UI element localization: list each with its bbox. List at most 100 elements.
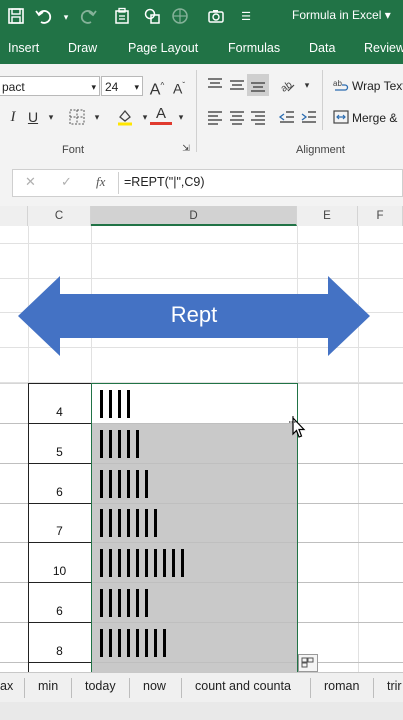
sheet-tab-min[interactable]: min	[38, 679, 58, 693]
quick-analysis-icon[interactable]	[298, 654, 318, 672]
cell-c-value[interactable]: 10	[28, 564, 91, 578]
wrap-text-button[interactable]: Wrap Text	[352, 79, 403, 93]
tab-data[interactable]: Data	[309, 41, 335, 55]
font-color-button[interactable]: A	[150, 104, 172, 125]
pipe-char	[145, 629, 148, 657]
tab-formulas[interactable]: Formulas	[228, 41, 280, 55]
undo-icon[interactable]	[34, 7, 54, 27]
worksheet-grid[interactable]: 4 5 6 7 10 6 8 Rept	[0, 226, 403, 672]
pipe-char	[136, 470, 139, 498]
align-bottom-button[interactable]	[247, 74, 269, 96]
sheet-tab-roman[interactable]: roman	[324, 679, 359, 693]
tab-insert[interactable]: Insert	[8, 41, 39, 55]
cell-c-value[interactable]: 6	[28, 485, 91, 499]
cell-d-rept-result[interactable]	[100, 549, 190, 577]
ribbon-separator	[322, 70, 323, 130]
font-name-select[interactable]: pact ▾	[0, 76, 100, 96]
merge-button[interactable]: Merge &	[352, 111, 397, 125]
font-name-value: pact	[2, 80, 25, 94]
cell-d-rept-result[interactable]	[100, 470, 154, 498]
cell-d-rept-result[interactable]	[100, 430, 145, 458]
cell-d-rept-result[interactable]	[100, 629, 172, 657]
column-header-e[interactable]: E	[297, 206, 358, 226]
sheet-tab-trir[interactable]: trir	[387, 679, 402, 693]
cell-d-rept-result[interactable]	[100, 509, 163, 537]
align-center-button[interactable]	[226, 106, 248, 128]
pipe-char	[118, 430, 121, 458]
column-header-d[interactable]: D	[91, 206, 297, 226]
cell-c-value[interactable]: 5	[28, 445, 91, 459]
underline-dropdown-icon[interactable]: ▾	[40, 106, 62, 128]
pipe-char	[109, 549, 112, 577]
more-icon[interactable]: ☰	[236, 7, 256, 27]
cancel-icon[interactable]: ✕	[25, 174, 36, 190]
document-title[interactable]: Formula in Excel ▾	[292, 8, 391, 22]
column-header-b[interactable]	[0, 206, 28, 226]
shrink-font-button[interactable]: Aˇ	[168, 75, 190, 97]
fill-color-button[interactable]	[114, 106, 136, 128]
align-top-button[interactable]	[204, 74, 226, 96]
camera-icon[interactable]	[206, 7, 226, 27]
pipe-char	[118, 629, 121, 657]
font-color-dropdown-icon[interactable]: ▾	[170, 106, 192, 128]
pipe-char	[163, 549, 166, 577]
cell-d-rept-result[interactable]	[100, 390, 136, 418]
pipe-char	[100, 549, 103, 577]
font-group-label: Font	[62, 144, 85, 156]
align-right-button[interactable]	[247, 106, 269, 128]
enter-icon[interactable]: ✓	[61, 174, 72, 190]
decrease-indent-button[interactable]	[276, 106, 298, 128]
wrap-text-icon[interactable]: ab	[330, 74, 352, 96]
pipe-char	[100, 509, 103, 537]
cell-c-value[interactable]: 8	[28, 644, 91, 658]
pipe-char	[136, 629, 139, 657]
pipe-char	[127, 629, 130, 657]
increase-indent-button[interactable]	[298, 106, 320, 128]
column-header-c[interactable]: C	[28, 206, 91, 226]
font-size-select[interactable]: 24 ▾	[101, 76, 143, 96]
orientation-button[interactable]: ab	[276, 74, 298, 96]
align-left-button[interactable]	[204, 106, 226, 128]
italic-button[interactable]: I	[2, 106, 24, 128]
form-icon[interactable]	[112, 7, 132, 27]
save-icon[interactable]	[6, 7, 26, 27]
pipe-char	[127, 509, 130, 537]
cell-c-value[interactable]: 7	[28, 524, 91, 538]
tab-page-layout[interactable]: Page Layout	[128, 41, 198, 55]
pipe-char	[136, 509, 139, 537]
dialog-launcher-icon[interactable]: ⇲	[180, 142, 192, 154]
pipe-char	[109, 430, 112, 458]
shapes-icon[interactable]	[142, 7, 162, 27]
pipe-char	[100, 589, 103, 617]
insert-function-icon[interactable]: fx	[96, 174, 105, 190]
sheet-tabs: ax min today now count and counta roman …	[0, 672, 403, 703]
pipe-char	[145, 549, 148, 577]
merge-icon[interactable]	[330, 106, 352, 128]
pipe-char	[127, 390, 130, 418]
column-header-f[interactable]: F	[358, 206, 403, 226]
grow-font-button[interactable]: A^	[146, 75, 168, 98]
tab-review[interactable]: Review	[364, 41, 403, 55]
sheet-tab-today[interactable]: today	[85, 679, 116, 693]
formula-input[interactable]: =REPT("|",C9)	[124, 175, 205, 189]
cell-c-value[interactable]: 4	[28, 405, 91, 419]
sheet-tab-count-and-counta[interactable]: count and counta	[195, 679, 291, 693]
column-headers: C D E F	[0, 206, 403, 227]
pipe-char	[118, 509, 121, 537]
pipe-char	[118, 470, 121, 498]
borders-dropdown-icon[interactable]: ▾	[86, 106, 108, 128]
pipe-char	[100, 430, 103, 458]
mouse-cursor-icon	[289, 416, 306, 438]
undo-dropdown-icon[interactable]: ▾	[56, 7, 76, 27]
pipe-char	[127, 430, 130, 458]
tab-draw[interactable]: Draw	[68, 41, 97, 55]
grid-icon[interactable]	[170, 7, 190, 27]
sheet-tab-ax[interactable]: ax	[0, 679, 13, 693]
redo-icon[interactable]	[78, 7, 98, 27]
orientation-dropdown-icon[interactable]: ▾	[296, 74, 318, 96]
sheet-tab-now[interactable]: now	[143, 679, 166, 693]
borders-button[interactable]	[66, 106, 88, 128]
cell-d-rept-result[interactable]	[100, 589, 154, 617]
cell-c-value[interactable]: 6	[28, 604, 91, 618]
align-middle-button[interactable]	[226, 74, 248, 96]
